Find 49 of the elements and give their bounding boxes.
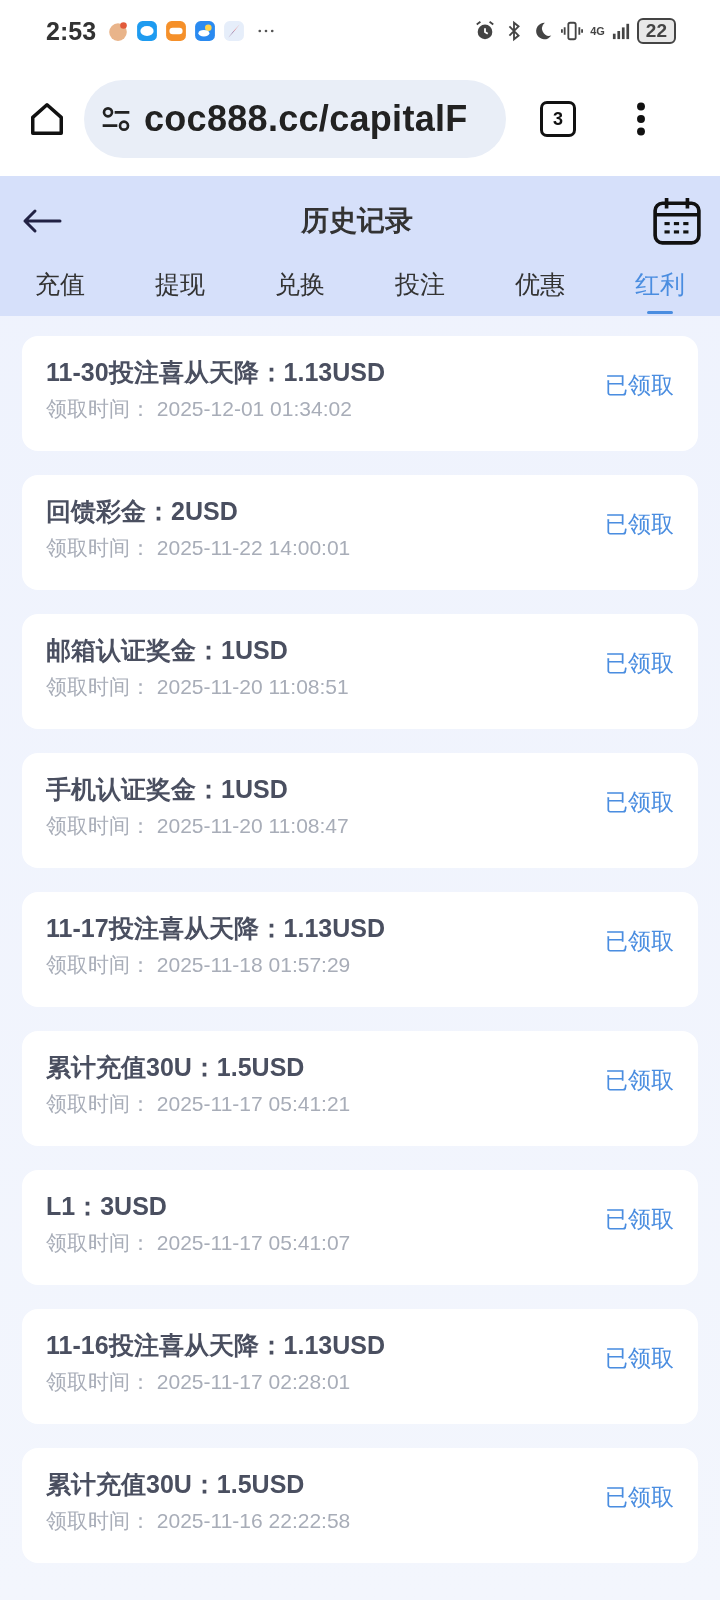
claim-time: 领取时间： 2025-11-20 11:08:51	[46, 674, 350, 700]
claim-status: 已领取	[605, 1344, 674, 1373]
address-bar[interactable]: coc888.cc/capitalF	[84, 80, 506, 158]
message-app-icon	[136, 20, 159, 42]
vibrate-icon	[561, 20, 584, 42]
status-time: 2:53	[46, 16, 97, 46]
claim-time: 领取时间： 2025-11-17 05:41:07	[46, 1230, 352, 1256]
claim-time: 领取时间： 2025-12-01 01:34:02	[46, 396, 353, 422]
battery-indicator: 22	[636, 18, 676, 44]
claim-status: 已领取	[605, 371, 674, 400]
network-type: 4G	[590, 25, 605, 37]
record-title: 11-16投注喜从天降：1.13USD	[46, 1330, 386, 1361]
back-arrow-icon[interactable]	[22, 208, 62, 234]
tab-count-button[interactable]: 3	[540, 101, 576, 137]
more-notifications-icon	[258, 29, 275, 33]
claim-status: 已领取	[605, 927, 674, 956]
calendar-icon[interactable]	[652, 196, 702, 246]
record-title: 邮箱认证奖金：1USD	[46, 635, 289, 666]
claim-time: 领取时间： 2025-11-17 02:28:01	[46, 1369, 352, 1395]
claim-time: 领取时间： 2025-11-18 01:57:29	[46, 952, 352, 978]
record-title: 累计充值30U：1.5USD	[46, 1052, 306, 1083]
claim-time: 领取时间： 2025-11-20 11:08:47	[46, 813, 350, 839]
record-title: 回馈彩金：2USD	[46, 496, 239, 527]
url-text: coc888.cc/capitalF	[144, 98, 468, 140]
claim-status: 已领取	[605, 1205, 674, 1234]
category-tab[interactable]: 充值	[0, 266, 120, 316]
category-tab[interactable]: 投注	[360, 266, 480, 316]
claim-status: 已领取	[605, 1066, 674, 1095]
claim-time: 领取时间： 2025-11-22 14:00:01	[46, 535, 352, 561]
signal-icon	[611, 21, 630, 41]
category-tab[interactable]: 提现	[120, 266, 240, 316]
record-title: 11-17投注喜从天降：1.13USD	[46, 913, 386, 944]
record-title: 手机认证奖金：1USD	[46, 774, 289, 805]
category-tab[interactable]: 兑换	[240, 266, 360, 316]
claim-status: 已领取	[605, 788, 674, 817]
record-title: 累计充值30U：1.5USD	[46, 1469, 306, 1500]
claim-time: 领取时间： 2025-11-17 05:41:21	[46, 1091, 352, 1117]
record-title: L1：3USD	[46, 1191, 168, 1222]
home-icon[interactable]	[28, 100, 66, 138]
claim-status: 已领取	[605, 510, 674, 539]
game-app-icon	[165, 20, 188, 42]
record-title: 11-30投注喜从天降：1.13USD	[46, 357, 386, 388]
claim-status: 已领取	[605, 1483, 674, 1512]
claim-status: 已领取	[605, 649, 674, 678]
page-title: 历史记录	[300, 204, 414, 238]
claim-time: 领取时间： 2025-11-16 22:22:58	[46, 1508, 352, 1534]
weather-app-icon	[194, 20, 217, 42]
category-tab[interactable]: 优惠	[480, 266, 600, 316]
menu-icon[interactable]	[636, 102, 646, 136]
